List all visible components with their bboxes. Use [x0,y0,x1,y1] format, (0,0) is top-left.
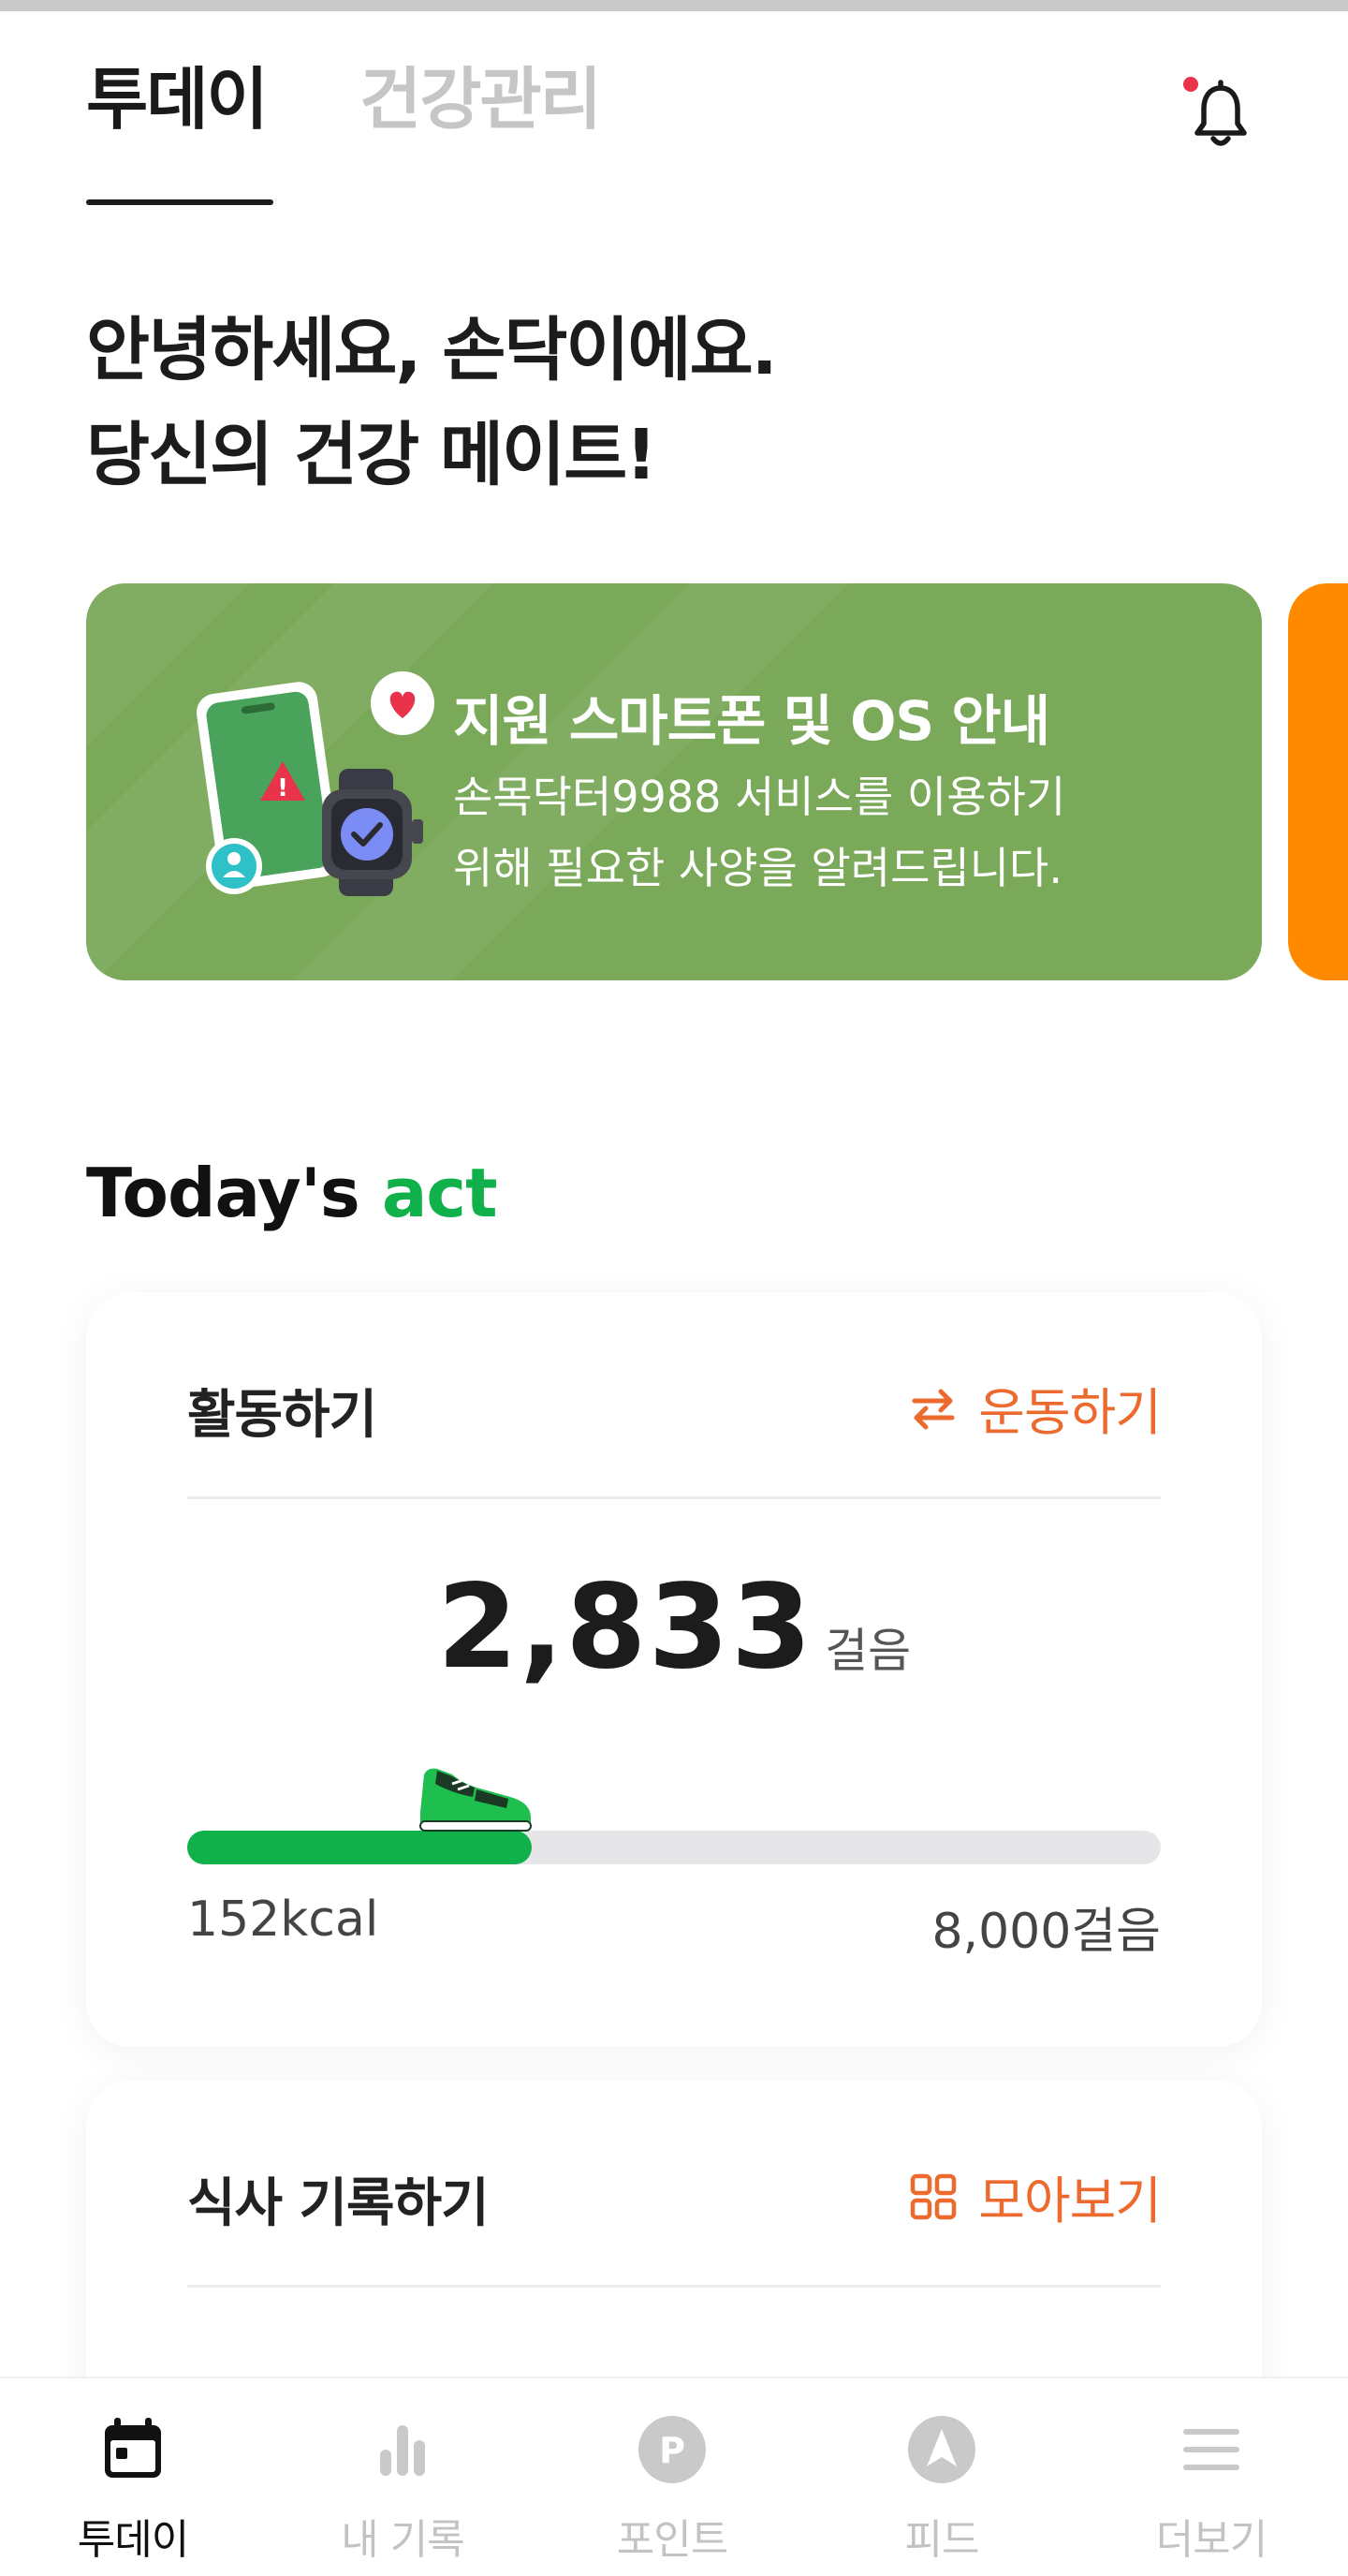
activity-card-title: 활동하기 [187,1385,377,1446]
sneaker-icon [419,1768,532,1832]
nav-label-my-records: 내 기록 [341,2516,464,2564]
menu-icon [1183,2429,1239,2470]
banner-desc-line-1: 손목닥터9988 서비스를 이용하기 [453,772,1066,822]
nav-label-points: 포인트 [616,2516,728,2564]
nav-label-feed: 피드 [904,2516,980,2564]
card-divider [187,1496,1161,1499]
tab-today[interactable]: 투데이 [86,66,269,133]
card-divider [187,2285,1161,2288]
bottom-navigation: 투데이 내 기록 P 포인트 피드 더보기 [0,2377,1348,2576]
point-icon: P [638,2416,706,2483]
exercise-button[interactable]: 운동하기 [907,1371,1162,1445]
view-all-button-label: 모아보기 [978,2171,1162,2230]
banner-description: 손목닥터9988 서비스를 이용하기 위해 필요한 사양을 알려드립니다. [453,761,1239,904]
top-header: 투데이 건강관리 [0,11,1348,208]
step-count-value: 2,833 [436,1560,814,1695]
meal-card-title: 식사 기록하기 [187,2173,490,2234]
step-goal-label: 8,000걸음 [931,1904,1161,1960]
active-tab-indicator [86,199,273,205]
notification-dot [1183,77,1198,92]
banner-title: 지원 스마트폰 및 OS 안내 [453,689,1050,753]
svg-text:!: ! [277,774,288,802]
section-title-main: Today's [86,1154,360,1232]
step-count-unit: 걸음 [825,1624,912,1678]
greeting-line-2: 당신의 건강 메이트! [86,415,657,495]
section-title: Today's act [86,1154,498,1232]
greeting-line-1: 안녕하세요, 손닥이에요. [86,310,778,390]
exercise-button-label: 운동하기 [978,1383,1162,1442]
section-title-accent: act [381,1154,498,1232]
tab-health-management[interactable]: 건강관리 [359,66,602,133]
svg-text:P: P [659,2430,685,2471]
feed-icon [908,2416,975,2483]
status-strip [0,0,1348,11]
next-banner-peek[interactable] [1288,583,1348,980]
swap-arrows-icon [912,1389,955,1429]
phone-watch-illustration: ! [196,671,434,896]
step-count: 2,833 걸음 [86,1560,1262,1695]
info-banner[interactable]: ! 지원 스마트폰 및 OS 안내 손목닥터9988 서비스를 이용하기 위해 … [86,583,1262,980]
bar-chart-icon [380,2425,425,2476]
calendar-icon [105,2418,161,2478]
nav-item-more[interactable]: 더보기 [1099,2412,1324,2566]
step-progress-bar [187,1768,1161,1864]
grid-icon [911,2173,957,2219]
nav-item-today[interactable]: 투데이 [21,2412,245,2566]
notification-button[interactable] [1181,75,1260,154]
greeting: 안녕하세요, 손닥이에요. 당신의 건강 메이트! [86,298,778,508]
nav-label-today: 투데이 [77,2516,189,2564]
banner-desc-line-2: 위해 필요한 사양을 알려드립니다. [453,843,1062,893]
nav-item-feed[interactable]: 피드 [829,2412,1054,2566]
nav-item-my-records[interactable]: 내 기록 [290,2412,515,2566]
nav-label-more: 더보기 [1155,2516,1267,2564]
nav-item-points[interactable]: P 포인트 [560,2412,784,2566]
activity-card[interactable]: 활동하기 운동하기 2,833 걸음 152kcal 8,000걸음 [86,1292,1262,2047]
calories-label: 152kcal [187,1892,379,1948]
bell-icon [1183,77,1247,146]
view-all-button[interactable]: 모아보기 [907,2159,1162,2233]
